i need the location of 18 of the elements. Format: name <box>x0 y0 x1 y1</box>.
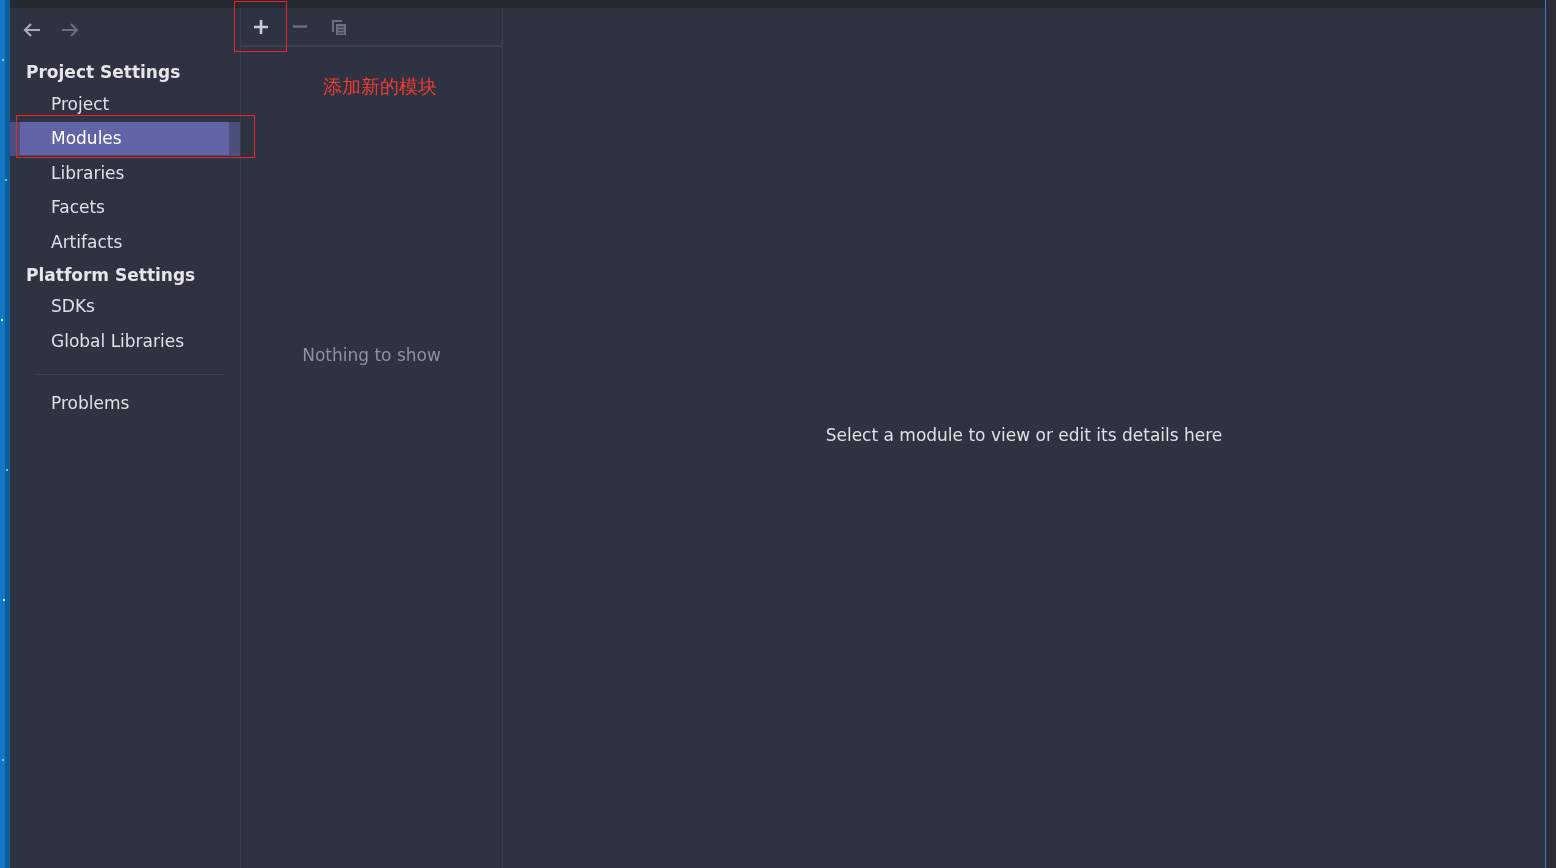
sidebar-item[interactable]: Artifacts <box>20 225 229 259</box>
sidebar-item[interactable]: Libraries <box>20 156 229 190</box>
sidebar-item[interactable]: Facets <box>20 191 229 225</box>
sidebar-item[interactable]: Problems <box>20 387 229 421</box>
empty-state-message: Select a module to view or edit its details here <box>825 425 1223 445</box>
sidebar-item[interactable]: Global Libraries <box>20 324 229 358</box>
minus-icon <box>293 25 307 28</box>
empty-message: Nothing to show <box>302 345 441 365</box>
sidebar-item[interactable]: SDKs <box>20 290 229 324</box>
plus-icon <box>253 18 269 35</box>
copy-icon <box>331 18 347 35</box>
section-header: Platform Settings <box>25 263 197 287</box>
section-header: Project Settings <box>25 61 182 84</box>
sidebar-item[interactable]: Modules <box>20 122 229 156</box>
annotation-note: 添加新的模块 <box>322 74 437 99</box>
sidebar-item[interactable]: Project <box>20 87 229 121</box>
add-button[interactable] <box>252 17 270 36</box>
back-button[interactable] <box>22 22 42 38</box>
